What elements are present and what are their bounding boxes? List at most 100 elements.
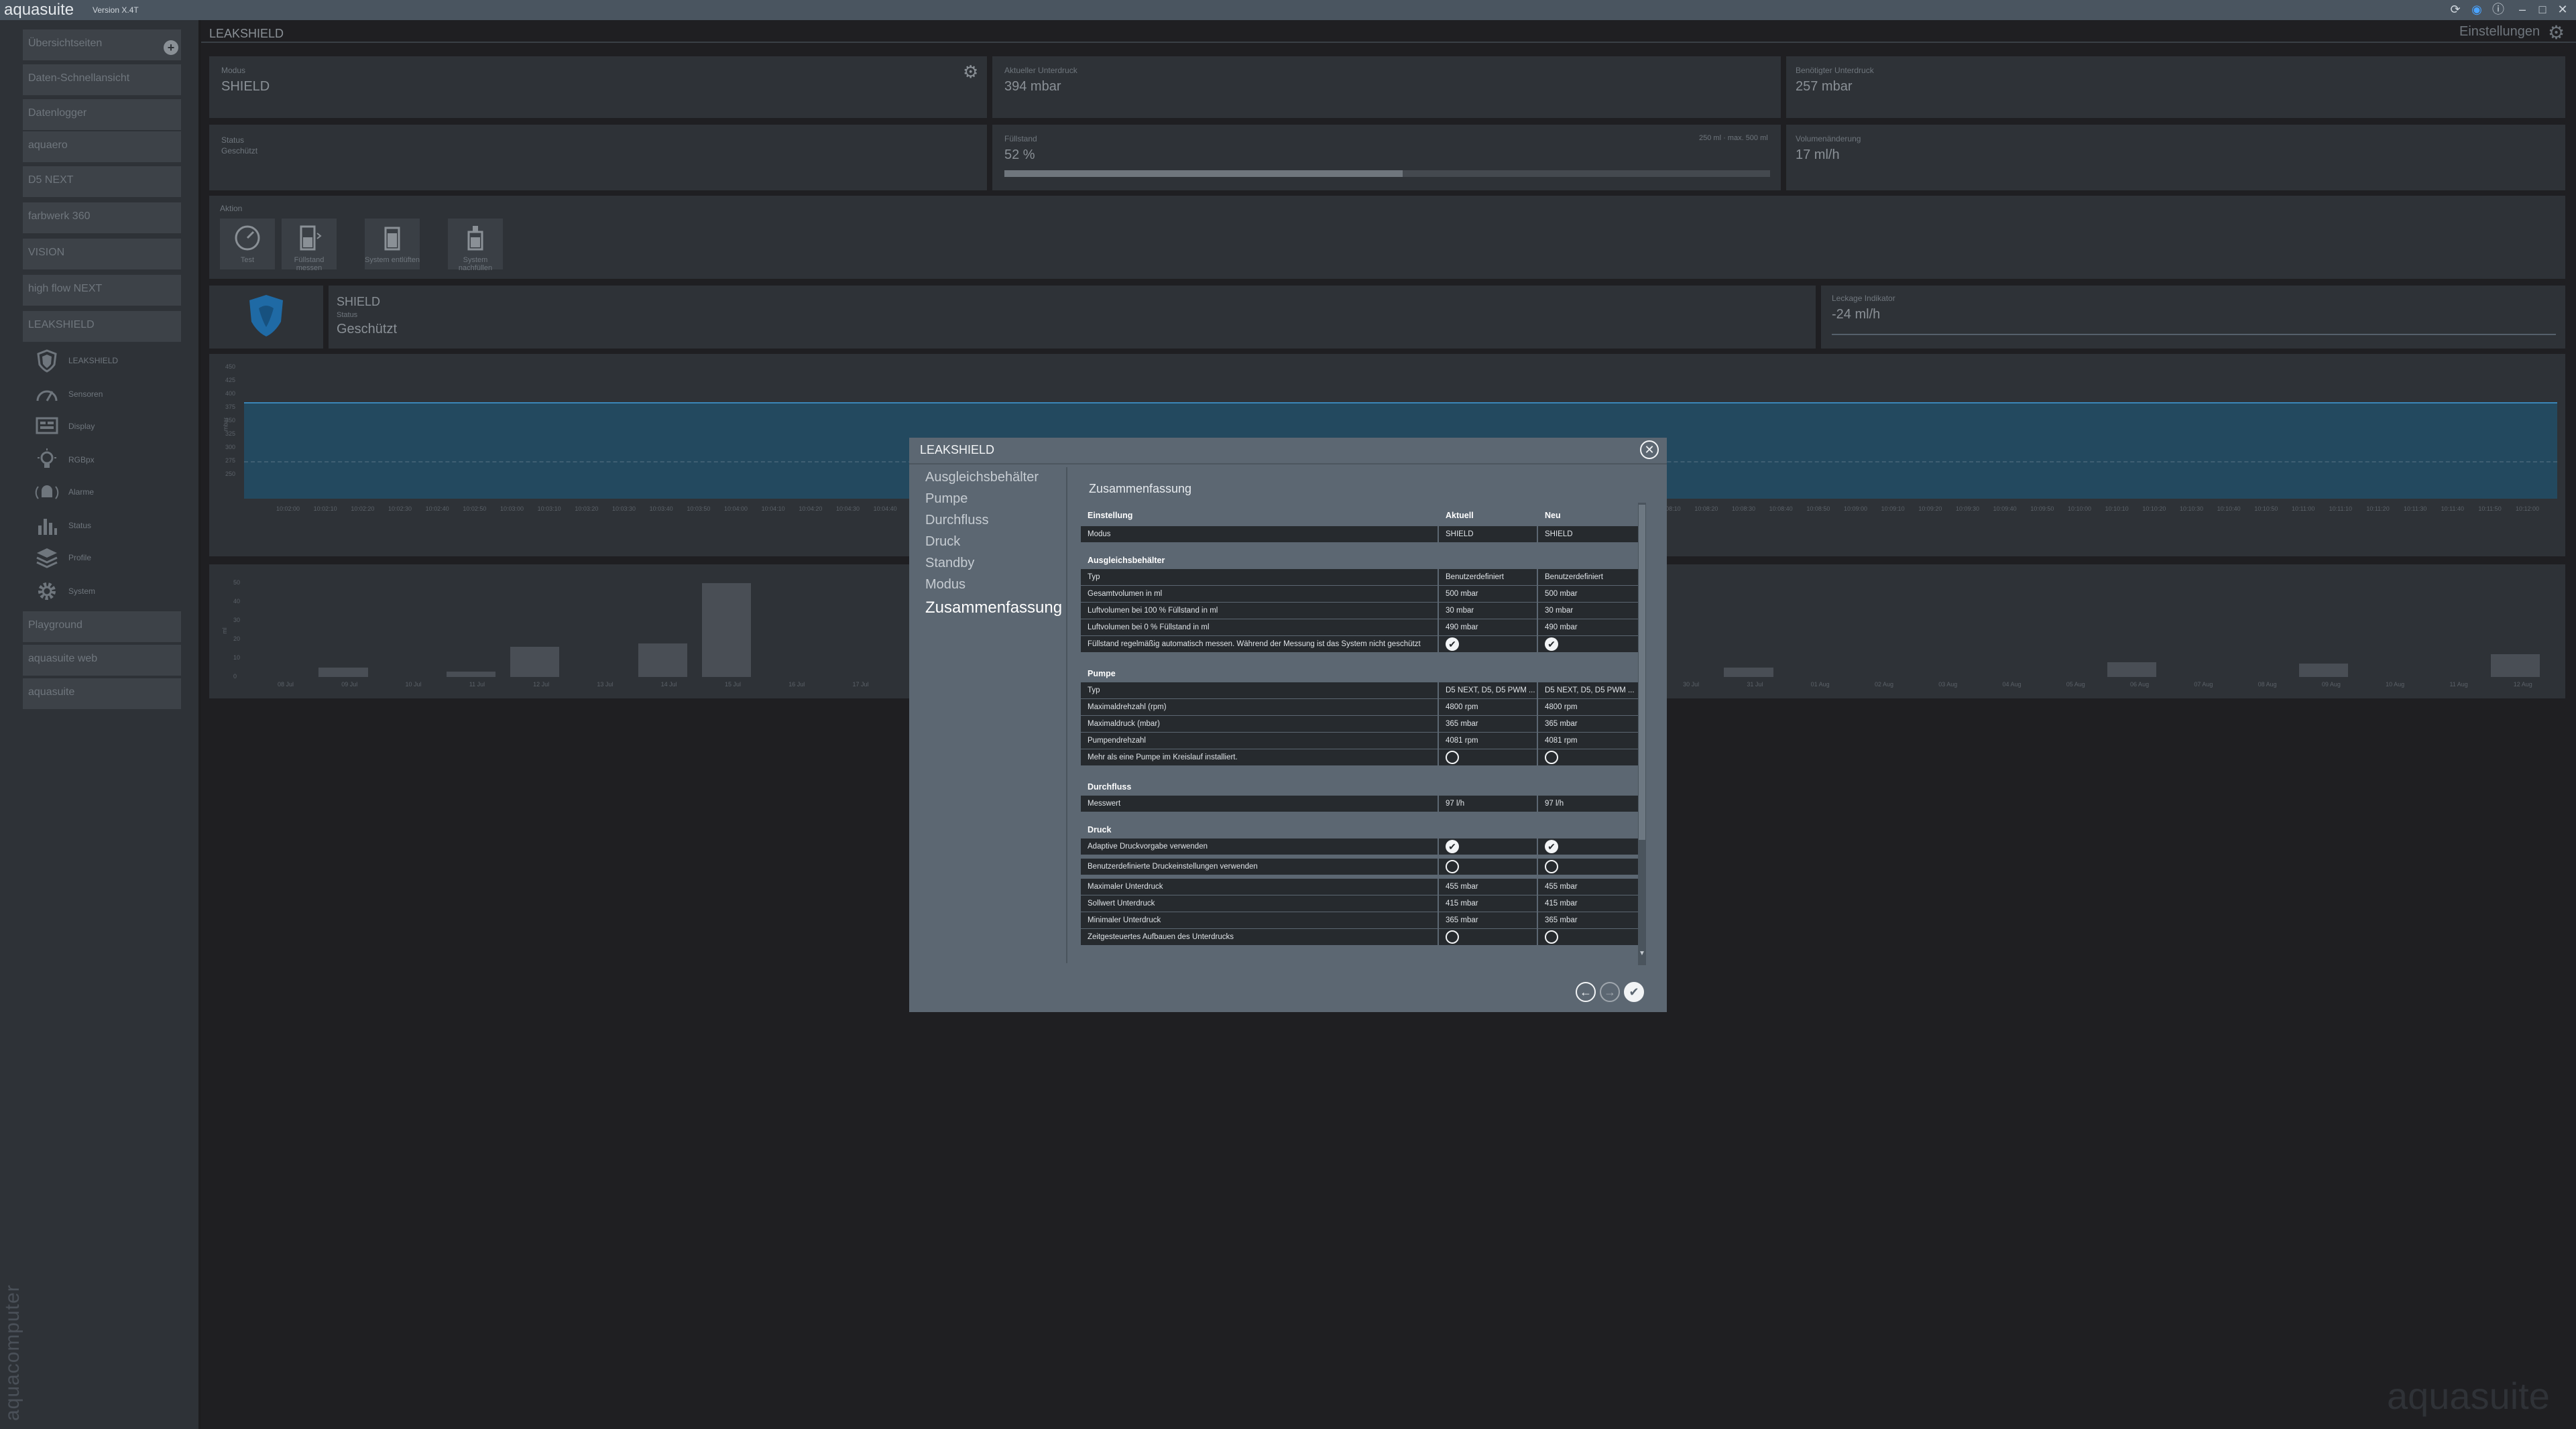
sidebar-subitem-rgbpx[interactable]: RGBpx <box>31 445 181 475</box>
sidebar-item-datalogger[interactable]: Datenlogger <box>23 99 181 130</box>
settings-link[interactable]: Einstellungen <box>2459 24 2540 40</box>
scroll-down-icon[interactable]: ▼ <box>1639 950 1645 957</box>
x-tick-label: 10:03:50 <box>687 505 711 512</box>
maximize-icon[interactable]: □ <box>2536 3 2549 16</box>
sidebar-subitem-label: RGBpx <box>68 455 95 464</box>
next-button[interactable]: → <box>1600 982 1620 1002</box>
close-icon[interactable]: ✕ <box>1640 440 1659 459</box>
finish-button[interactable]: ✔ <box>1624 982 1644 1002</box>
add-icon[interactable]: + <box>164 40 178 55</box>
panel-modus[interactable]: Modus SHIELD ⚙ <box>209 56 987 118</box>
row-label: Benutzerdefinierte Druckeinstellungen ve… <box>1081 859 1438 875</box>
sidebar-item-playground[interactable]: Playground <box>23 611 181 642</box>
shield-status-panel: SHIELD Status Geschützt <box>329 286 1816 349</box>
sidebar-item-aquasuite-web[interactable]: aquasuite web <box>23 645 181 676</box>
sidebar-subitem-status[interactable]: Status <box>31 511 181 540</box>
shield-name: SHIELD <box>337 295 381 308</box>
gear-icon[interactable]: ⚙ <box>963 62 978 82</box>
sidebar-item-farbwerk[interactable]: farbwerk 360 <box>23 202 181 233</box>
panel-value: SHIELD <box>221 79 270 94</box>
scrollbar-thumb[interactable] <box>1639 505 1645 840</box>
table-section-header: Pumpe <box>1081 666 1640 682</box>
panel-value: 17 ml/h <box>1796 147 1840 162</box>
sidebar-subitem-label: Profile <box>68 553 92 562</box>
unchecked-icon <box>1446 930 1459 944</box>
minimize-icon[interactable]: – <box>2516 3 2529 16</box>
wizard-nav-reservoir[interactable]: Ausgleichsbehälter <box>925 470 1039 485</box>
row-label: Adaptive Druckvorgabe verwenden <box>1081 838 1438 855</box>
x-tick-label: 10:11:00 <box>2292 505 2315 512</box>
wizard-nav-summary[interactable]: Zusammenfassung <box>925 599 1062 617</box>
y-tick-label: 10 <box>233 654 241 661</box>
leak-indicator-line <box>1832 334 2556 335</box>
sidebar-subitem-display[interactable]: Display <box>31 412 181 441</box>
sidebar-subitem-alarms[interactable]: Alarme <box>31 477 181 507</box>
row-current: ✔ <box>1439 838 1537 855</box>
info-icon[interactable]: ⓘ <box>2492 3 2505 16</box>
sidebar-item-aquasuite[interactable]: aquasuite <box>23 678 181 709</box>
sidebar-item-quickview[interactable]: Daten-Schnellansicht <box>23 64 181 95</box>
x-tick-label: 10:03:40 <box>649 505 673 512</box>
table-row: Adaptive Druckvorgabe verwenden ✔ ✔ <box>1081 838 1640 855</box>
wizard-nav-pressure[interactable]: Druck <box>925 534 960 550</box>
row-label: Füllstand regelmäßig automatisch messen.… <box>1081 636 1438 652</box>
row-new: ✔ <box>1538 636 1640 652</box>
x-tick-label: 10:11:50 <box>2478 505 2502 512</box>
wizard-nav-standby[interactable]: Standby <box>925 556 974 571</box>
row-new: 455 mbar <box>1538 879 1640 895</box>
test-button[interactable]: Test <box>220 219 275 269</box>
refill-system-button[interactable]: System nachfüllen <box>448 219 503 272</box>
vent-system-button[interactable]: System entlüften <box>365 219 420 269</box>
row-current: 415 mbar <box>1439 895 1537 912</box>
y-tick-label: 375 <box>225 403 236 410</box>
sidebar-subitem-system[interactable]: System <box>31 576 181 606</box>
panel-label: Benötigter Unterdruck <box>1796 66 1874 75</box>
sidebar-item-d5next[interactable]: D5 NEXT <box>23 166 181 197</box>
row-label: Zeitgesteuertes Aufbauen des Unterdrucks <box>1081 929 1438 945</box>
x-tick-label: 15 Jul <box>724 681 741 688</box>
sidebar-item-vision[interactable]: VISION <box>23 239 181 269</box>
x-tick-label: 08 Aug <box>2258 681 2277 688</box>
action-label: Füllstand messen <box>294 256 325 272</box>
measure-level-button[interactable]: Füllstand messen <box>282 219 337 272</box>
x-tick-label: 10:10:10 <box>2105 505 2129 512</box>
y-tick-label: 275 <box>225 457 236 464</box>
x-tick-label: 10:04:10 <box>761 505 785 512</box>
sidebar-item-aquaero[interactable]: aquaero <box>23 131 181 162</box>
chart-bar <box>510 647 560 677</box>
x-tick-label: 10:03:30 <box>612 505 636 512</box>
sidebar-item-leakshield[interactable]: LEAKSHIELD <box>23 311 181 342</box>
table-row: Mehr als eine Pumpe im Kreislauf install… <box>1081 749 1640 765</box>
close-icon[interactable]: ✕ <box>2556 3 2569 16</box>
aquacomputer-icon[interactable]: ◉ <box>2470 3 2483 16</box>
row-new: 365 mbar <box>1538 716 1640 732</box>
x-tick-label: 06 Aug <box>2130 681 2150 688</box>
x-tick-label: 10:09:00 <box>1844 505 1868 512</box>
sidebar-item-overview[interactable]: Übersichtseiten <box>23 29 181 60</box>
sidebar-subitem-sensors[interactable]: Sensoren <box>31 379 181 409</box>
shield-icon <box>37 349 57 373</box>
x-tick-label: 10:02:10 <box>313 505 337 512</box>
row-new: 30 mbar <box>1538 603 1640 619</box>
sidebar-subitem-profiles[interactable]: Profile <box>31 543 181 572</box>
x-tick-label: 10:10:30 <box>2180 505 2204 512</box>
sidebar-item-highflow[interactable]: high flow NEXT <box>23 275 181 306</box>
wizard-nav-pump[interactable]: Pumpe <box>925 491 968 507</box>
row-label: Minimaler Unterdruck <box>1081 912 1438 928</box>
wizard-nav-mode[interactable]: Modus <box>925 577 965 593</box>
table-row: Messwert 97 l/h 97 l/h <box>1081 796 1640 812</box>
action-label: System nachfüllen <box>458 256 493 272</box>
table-section-header: Ausgleichsbehälter <box>1081 552 1640 568</box>
back-button[interactable]: ← <box>1576 982 1596 1002</box>
row-label: Gesamtvolumen in ml <box>1081 586 1438 602</box>
unchecked-icon <box>1545 750 1558 764</box>
wizard-nav-flow[interactable]: Durchfluss <box>925 513 988 528</box>
x-tick-label: 10:03:00 <box>500 505 524 512</box>
reservoir-icon <box>300 225 322 251</box>
x-tick-label: 08 Jul <box>278 681 294 688</box>
row-label: Durchfluss <box>1088 782 1132 792</box>
update-icon[interactable]: ⟳ <box>2449 3 2462 16</box>
chart-bar <box>318 668 368 677</box>
sidebar-subitem-leakshield[interactable]: LEAKSHIELD <box>31 346 181 375</box>
settings-gear-icon[interactable]: ⚙ <box>2548 21 2565 44</box>
